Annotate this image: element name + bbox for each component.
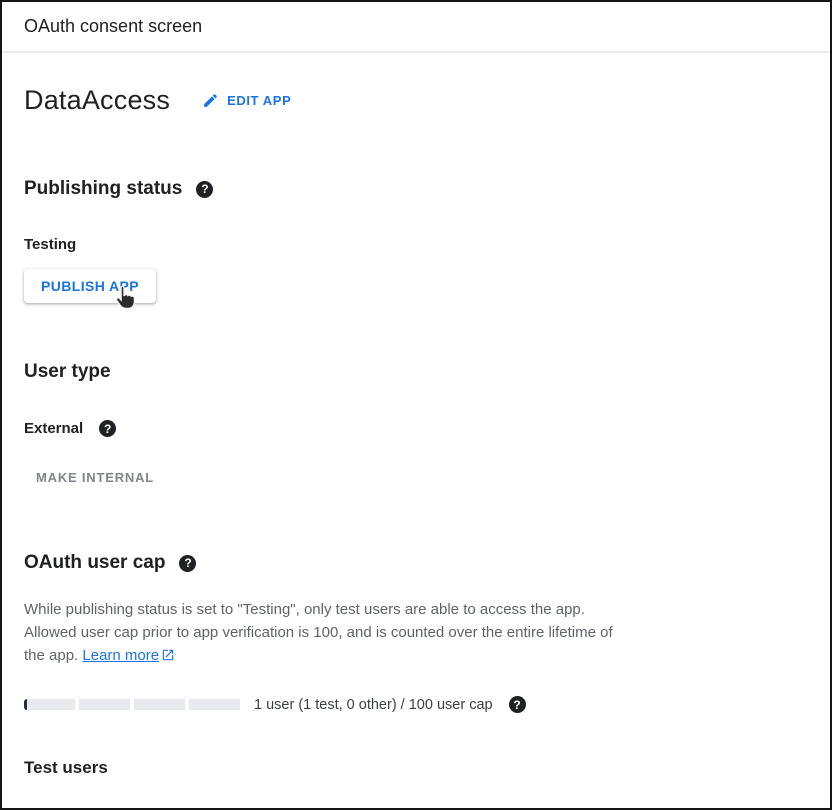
- oauth-user-cap-description: While publishing status is set to "Testi…: [24, 598, 636, 667]
- oauth-user-cap-title: OAuth user cap: [24, 552, 165, 574]
- publishing-status-title: Publishing status: [24, 178, 182, 200]
- progress-segment: [189, 699, 240, 710]
- progress-segment: [134, 699, 185, 710]
- edit-app-button[interactable]: EDIT APP: [198, 86, 295, 115]
- progress-segment: [24, 699, 75, 710]
- edit-app-label: EDIT APP: [227, 93, 291, 108]
- page-title: OAuth consent screen: [24, 16, 202, 37]
- make-internal-button[interactable]: MAKE INTERNAL: [22, 461, 168, 494]
- pencil-icon: [202, 92, 219, 109]
- app-name: DataAccess: [24, 85, 170, 116]
- help-icon[interactable]: ?: [99, 420, 116, 437]
- test-users-heading: Test users: [24, 758, 808, 778]
- help-icon[interactable]: ?: [179, 555, 196, 572]
- user-cap-usage-row: 1 user (1 test, 0 other) / 100 user cap …: [24, 696, 808, 713]
- learn-more-label: Learn more: [82, 647, 159, 664]
- app-title-row: DataAccess EDIT APP: [24, 85, 808, 116]
- publishing-status-heading: Publishing status ?: [24, 178, 808, 200]
- user-cap-progress-fill: [24, 699, 27, 710]
- page-header: OAuth consent screen: [2, 2, 830, 53]
- oauth-user-cap-heading: OAuth user cap ?: [24, 552, 808, 574]
- publishing-status-value: Testing: [24, 236, 808, 253]
- user-type-label: External: [24, 420, 83, 437]
- progress-segment: [79, 699, 130, 710]
- user-cap-progress-bar: [24, 699, 240, 710]
- learn-more-link[interactable]: Learn more: [82, 647, 159, 664]
- help-icon[interactable]: ?: [196, 181, 213, 198]
- external-link-icon: [159, 647, 175, 664]
- user-type-heading: User type: [24, 361, 808, 383]
- user-cap-usage-text: 1 user (1 test, 0 other) / 100 user cap: [254, 697, 493, 713]
- user-type-value: External ?: [24, 420, 808, 437]
- help-icon[interactable]: ?: [509, 696, 526, 713]
- oauth-consent-page: OAuth consent screen DataAccess EDIT APP…: [0, 0, 832, 810]
- publish-app-button[interactable]: PUBLISH APP: [24, 269, 156, 303]
